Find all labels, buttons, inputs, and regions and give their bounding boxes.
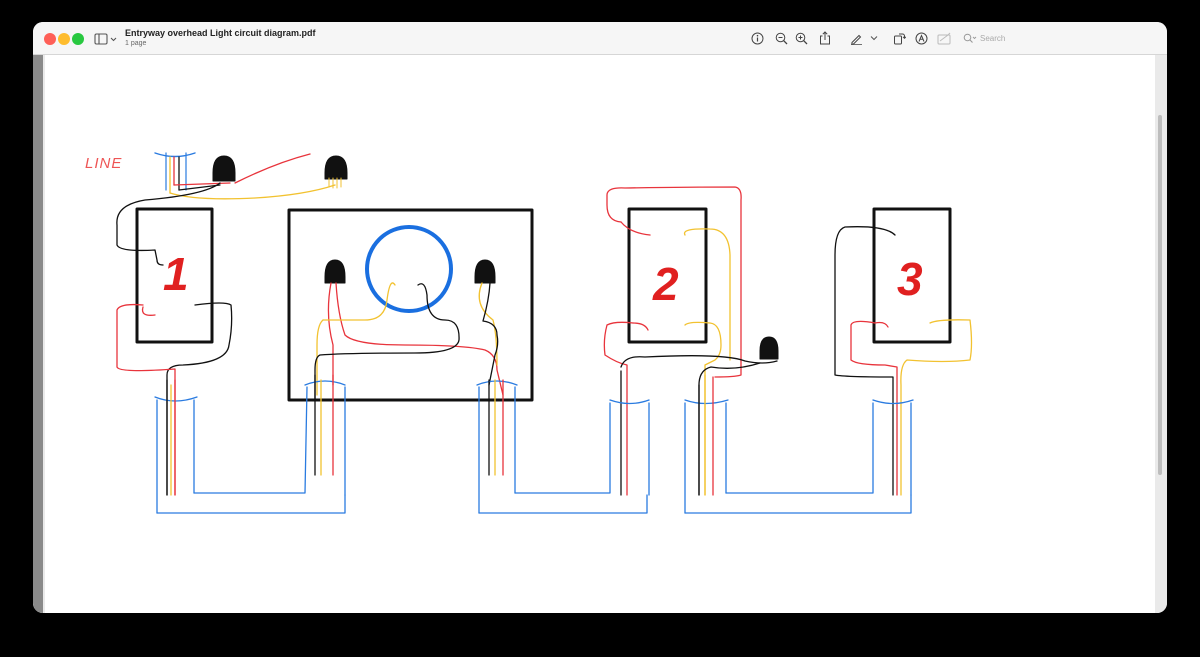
search-placeholder: Search — [980, 33, 1006, 43]
cable-run-1 — [154, 374, 346, 514]
wire-nut-icon — [759, 336, 779, 360]
document-title: Entryway overhead Light circuit diagram.… — [125, 28, 316, 38]
circuit-diagram: LINE 1 2 3 — [85, 152, 973, 514]
annotate-icon — [915, 32, 927, 44]
sidebar-icon — [94, 33, 117, 45]
wire-nut-icon — [324, 155, 348, 180]
page-count: 1 page — [125, 40, 147, 47]
title-bar: Entryway overhead Light circuit diagram.… — [33, 22, 1167, 55]
zoom-out-button[interactable] — [773, 30, 789, 46]
switch-2-label: 2 — [652, 258, 679, 310]
sidebar-toggle-button[interactable] — [94, 31, 120, 47]
markup-menu-button[interactable] — [869, 30, 879, 46]
search-icon — [963, 33, 977, 43]
cable-run-2 — [476, 379, 650, 514]
wire-nut-icon — [324, 259, 346, 284]
info-button[interactable] — [749, 30, 765, 46]
redact-icon — [937, 32, 951, 44]
wire-nut-icon — [474, 259, 496, 284]
document-viewport: LINE 1 2 3 — [33, 55, 1167, 613]
line-label: LINE — [85, 155, 122, 172]
wire-nut-icon — [212, 155, 236, 182]
close-button[interactable] — [44, 33, 56, 45]
minimize-button[interactable] — [58, 33, 70, 45]
cable-run-3 — [684, 374, 914, 514]
zoom-in-icon — [795, 32, 807, 44]
share-button[interactable] — [817, 30, 833, 46]
switch-1-label: 1 — [163, 248, 189, 300]
search-field[interactable]: Search — [963, 31, 1043, 45]
annotate-button[interactable] — [913, 30, 929, 46]
markup-button[interactable] — [848, 30, 864, 46]
zoom-button[interactable] — [72, 33, 84, 45]
rotate-icon — [893, 33, 906, 44]
vertical-scrollbar[interactable] — [1158, 115, 1162, 475]
light-fixture-box — [287, 208, 534, 402]
rotate-button[interactable] — [891, 30, 907, 46]
zoom-in-button[interactable] — [793, 30, 809, 46]
incoming-cable — [154, 152, 336, 200]
info-icon — [751, 32, 763, 44]
zoom-out-icon — [775, 32, 787, 44]
sidebar-edge — [33, 55, 43, 613]
redact-button — [937, 30, 953, 46]
light-fixture-icon — [365, 225, 453, 313]
switch-3-label: 3 — [897, 253, 923, 305]
pdf-page[interactable]: LINE 1 2 3 — [45, 55, 1155, 613]
document-title-block: Entryway overhead Light circuit diagram.… — [125, 28, 316, 48]
share-icon — [820, 31, 830, 45]
preview-window: Entryway overhead Light circuit diagram.… — [33, 22, 1167, 613]
markup-pen-icon — [850, 34, 862, 45]
chevron-down-icon — [870, 36, 878, 41]
